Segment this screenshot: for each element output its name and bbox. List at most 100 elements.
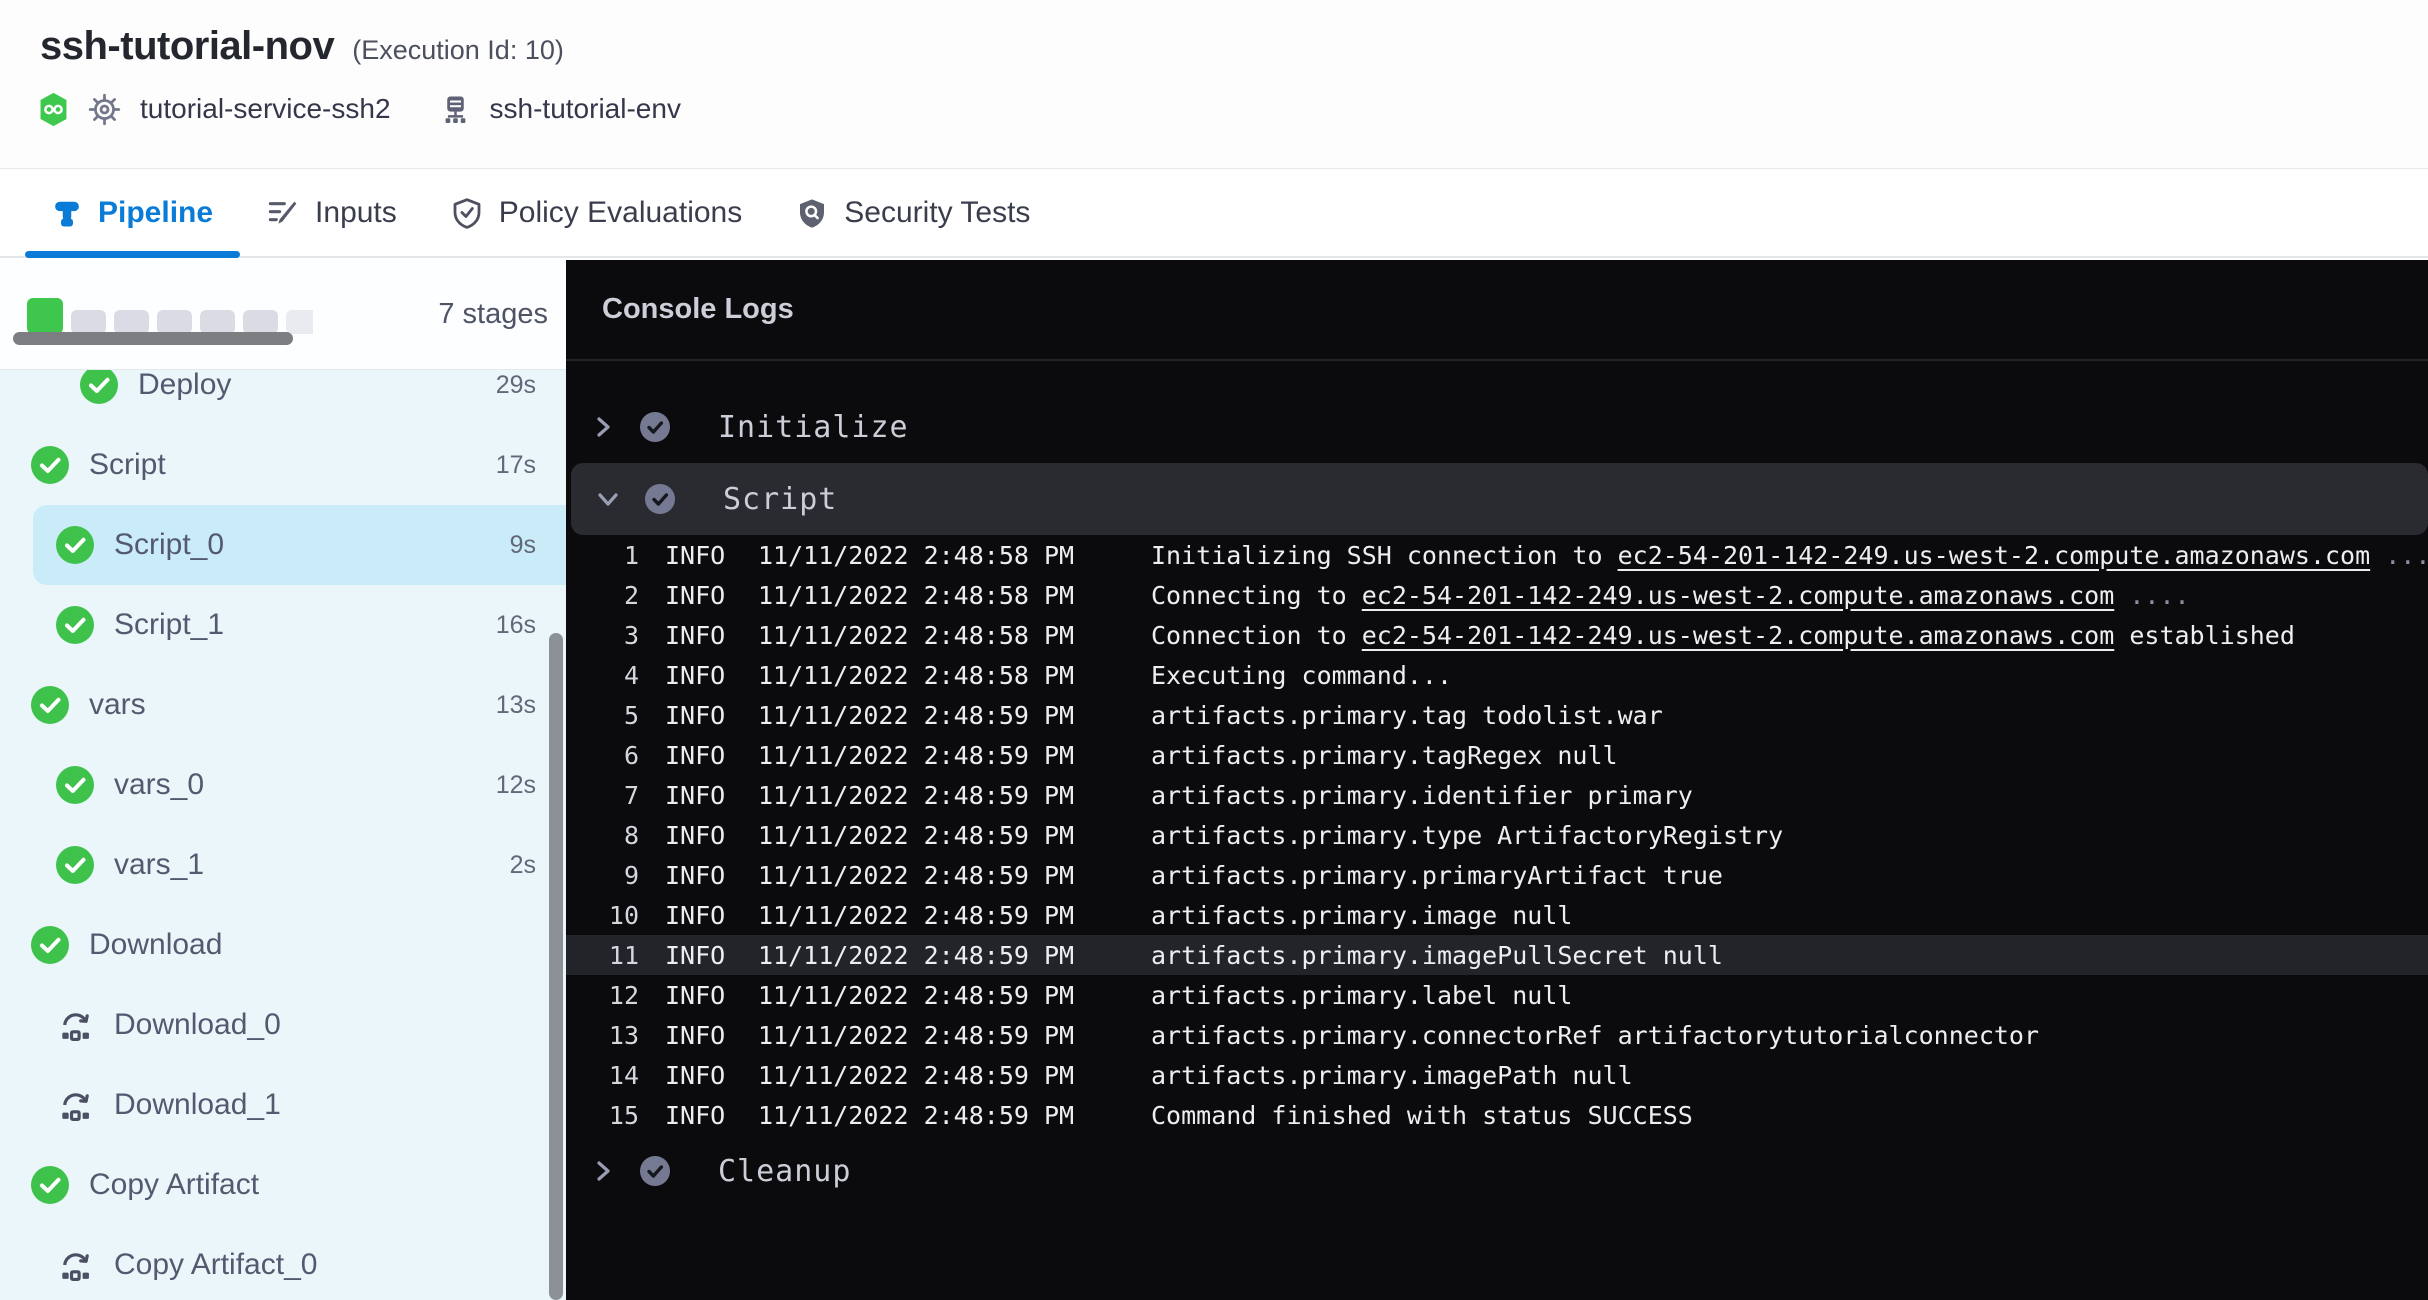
log-text: artifacts.primary.identifier primary (1151, 781, 1693, 810)
stages-sidebar: 7 stages Deploy29sScript17sScript_09sScr… (0, 260, 566, 1300)
log-line: 1INFO11/11/2022 2:48:58 PMInitializing S… (566, 535, 2428, 575)
success-check-icon (56, 846, 94, 884)
log-level: INFO (665, 581, 731, 610)
stage-progress-segment-pending (71, 310, 106, 334)
console-panel: Console Logs Initialize Script 1 INFO 11/11/… (566, 260, 2428, 1300)
log-text: Connection to (1151, 621, 1362, 650)
log-line: 3INFO11/11/2022 2:48:58 PMConnection to … (566, 615, 2428, 655)
log-section-label: Cleanup (718, 1154, 851, 1189)
log-message: Initializing SSH connection to ec2-54-20… (1151, 541, 2428, 570)
header-meta-row: tutorial-service-ssh2 ssh-tutorial-env (38, 88, 729, 130)
log-message: artifacts.primary.primaryArtifact true (1151, 861, 1723, 890)
log-line: 12INFO11/11/2022 2:48:59 PMartifacts.pri… (566, 975, 2428, 1015)
log-line-number: 13 (566, 1021, 639, 1050)
chevron-right-icon[interactable] (588, 414, 618, 440)
log-timestamp: 11/11/2022 2:48:58 PM (758, 541, 1091, 570)
stage-name: Copy Artifact (89, 1168, 536, 1202)
log-level: INFO (665, 901, 731, 930)
log-section-initialize[interactable]: Initialize (566, 391, 2428, 463)
tab-policy-evaluations[interactable]: Policy Evaluations (424, 170, 769, 256)
stage-list-scrollbar[interactable] (549, 633, 563, 1300)
log-message: Executing command... (1151, 661, 1452, 690)
stage-progress-segment-success (27, 298, 63, 334)
stage-name: Script (89, 448, 496, 482)
log-hostname-link[interactable]: ec2-54-201-142-249.us-west-2.compute.ama… (1618, 541, 2371, 570)
log-line-number: 7 (566, 781, 639, 810)
stage-row-script_0[interactable]: Script_09s (0, 505, 566, 585)
log-line-number: 2 (566, 581, 639, 610)
console-body: Initialize Script 1 INFO 11/11/2022 2:48:58 … (566, 363, 2428, 1300)
stage-row-download_0[interactable]: Download_0 (0, 985, 566, 1065)
stage-duration: 9s (510, 531, 536, 560)
log-section-script[interactable]: Script (571, 463, 2428, 535)
stage-row-deploy[interactable]: Deploy29s (0, 370, 566, 425)
log-message: Connection to ec2-54-201-142-249.us-west… (1151, 621, 2295, 650)
log-line: 5INFO11/11/2022 2:48:59 PMartifacts.prim… (566, 695, 2428, 735)
stage-row-vars_0[interactable]: vars_012s (0, 745, 566, 825)
success-check-icon (31, 1166, 69, 1204)
tab-pipeline[interactable]: Pipeline (25, 170, 240, 256)
stage-row-download[interactable]: Download (0, 905, 566, 985)
console-title: Console Logs (602, 293, 794, 326)
stage-name: Script_0 (114, 528, 510, 562)
success-check-icon (56, 766, 94, 804)
stage-name: Copy Artifact_0 (114, 1248, 536, 1282)
stage-row-vars_1[interactable]: vars_12s (0, 825, 566, 905)
execution-id-label: (Execution Id: 10) (352, 35, 564, 66)
stage-row-script[interactable]: Script17s (0, 425, 566, 505)
stage-name: Script_1 (114, 608, 496, 642)
log-level: INFO (665, 621, 731, 650)
chevron-down-icon[interactable] (593, 486, 623, 512)
log-timestamp: 11/11/2022 2:48:59 PM (758, 1101, 1091, 1130)
log-hostname-link[interactable]: ec2-54-201-142-249.us-west-2.compute.ama… (1362, 621, 2115, 650)
stage-name: Deploy (138, 370, 496, 402)
log-timestamp: 11/11/2022 2:48:58 PM (758, 621, 1091, 650)
service-chip[interactable]: tutorial-service-ssh2 (38, 92, 391, 127)
log-text: artifacts.primary.primaryArtifact true (1151, 861, 1723, 890)
stage-row-copy-artifact_0[interactable]: Copy Artifact_0 (0, 1225, 566, 1300)
stages-progress-header: 7 stages (0, 260, 566, 370)
chevron-right-icon[interactable] (588, 1158, 618, 1184)
log-timestamp: 11/11/2022 2:48:59 PM (758, 741, 1091, 770)
stage-progress-strip (27, 298, 313, 334)
log-level: INFO (665, 1021, 731, 1050)
stage-progress-segment-pending (200, 310, 235, 334)
log-line: 10INFO11/11/2022 2:48:59 PMartifacts.pri… (566, 895, 2428, 935)
log-line-number: 14 (566, 1061, 639, 1090)
environment-name: ssh-tutorial-env (490, 93, 681, 125)
log-section-cleanup[interactable]: Cleanup (566, 1135, 2428, 1207)
stage-row-copy-artifact[interactable]: Copy Artifact (0, 1145, 566, 1225)
log-text: Command finished with status SUCCESS (1151, 1101, 1693, 1130)
log-line-number: 10 (566, 901, 639, 930)
log-text: artifacts.primary.imagePath null (1151, 1061, 1633, 1090)
log-section-label: Script (723, 482, 837, 517)
tab-label: Policy Evaluations (499, 196, 742, 230)
security-shield-icon (796, 197, 828, 229)
tab-security-tests[interactable]: Security Tests (769, 170, 1057, 256)
log-message: Connecting to ec2-54-201-142-249.us-west… (1151, 581, 2190, 610)
stage-count-label: 7 stages (438, 260, 548, 369)
log-level: INFO (665, 661, 731, 690)
log-message: artifacts.primary.type ArtifactoryRegist… (1151, 821, 1783, 850)
log-message: artifacts.primary.imagePath null (1151, 1061, 1633, 1090)
stage-strip-scrollbar[interactable] (13, 332, 293, 345)
console-check-icon (640, 412, 670, 442)
stage-row-script_1[interactable]: Script_116s (0, 585, 566, 665)
log-lines: 1 INFO 11/11/2022 2:48:58 PM Initializing S… (566, 535, 2428, 1135)
tab-inputs[interactable]: Inputs (240, 170, 424, 256)
log-timestamp: 11/11/2022 2:48:59 PM (758, 861, 1091, 890)
log-text: Connecting to (1151, 581, 1362, 610)
title-row: ssh-tutorial-nov (Execution Id: 10) (40, 24, 564, 69)
environment-chip[interactable]: ssh-tutorial-env (439, 93, 681, 126)
stage-row-download_1[interactable]: Download_1 (0, 1065, 566, 1145)
stage-row-vars[interactable]: vars13s (0, 665, 566, 745)
log-level: INFO (665, 1061, 731, 1090)
policy-shield-icon (451, 197, 483, 229)
log-line-number: 1 (566, 541, 639, 570)
log-level: INFO (665, 981, 731, 1010)
retry-icon (56, 1006, 94, 1044)
console-header: Console Logs (566, 260, 2428, 361)
log-hostname-link[interactable]: ec2-54-201-142-249.us-west-2.compute.ama… (1362, 581, 2115, 610)
success-check-icon (31, 686, 69, 724)
log-level: INFO (665, 861, 731, 890)
